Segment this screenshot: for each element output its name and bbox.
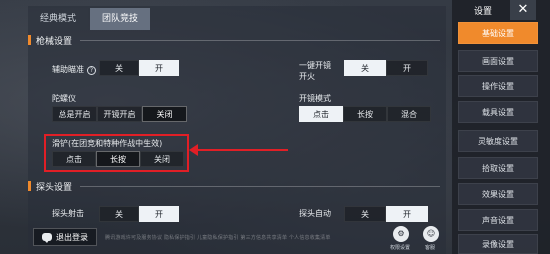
mode-tabs: 经典模式 团队竞技 bbox=[28, 8, 152, 30]
sidebar-item-sound[interactable]: 声音设置 bbox=[458, 209, 538, 231]
slide-off[interactable]: 关闭 bbox=[140, 151, 184, 167]
scope-mode-selector: 点击 长按 混合 bbox=[299, 106, 431, 122]
sidebar-item-vehicle[interactable]: 载具设置 bbox=[458, 101, 538, 123]
headset-icon[interactable]: ☺ bbox=[423, 226, 439, 242]
section-peek: 探头设置 bbox=[28, 179, 72, 193]
scope-mode-hold[interactable]: 长按 bbox=[343, 106, 387, 122]
one-key-scope-label: 一键开镜开火 bbox=[299, 61, 331, 81]
assist-aim-on[interactable]: 开 bbox=[139, 60, 179, 76]
sidebar-item-controls[interactable]: 操作设置 bbox=[458, 75, 538, 97]
sidebar-item-basic[interactable]: 基础设置 bbox=[458, 22, 538, 44]
sidebar-item-graphics[interactable]: 画面设置 bbox=[458, 50, 538, 72]
peek-shoot-off[interactable]: 关 bbox=[99, 206, 139, 222]
one-key-scope-off[interactable]: 关 bbox=[344, 60, 386, 76]
peek-auto-toggle: 关 开 bbox=[344, 206, 428, 222]
sidebar-title: 设置 bbox=[474, 7, 493, 17]
section-marker bbox=[28, 181, 31, 191]
footer-links[interactable]: 腾讯游戏许可及服务协议 隐私保护指引 儿童隐私保护指引 第三方信息共享清单 个人… bbox=[105, 234, 331, 241]
peek-shoot-label: 探头射击 bbox=[52, 209, 84, 218]
annotation-arrow-head bbox=[189, 144, 198, 156]
gyroscope-scoped[interactable]: 开镜开启 bbox=[97, 106, 142, 122]
logout-button[interactable]: 退出登录 bbox=[33, 228, 97, 246]
logout-label: 退出登录 bbox=[56, 232, 88, 242]
gyroscope-always[interactable]: 总是开启 bbox=[52, 106, 97, 122]
close-icon[interactable]: ✕ bbox=[510, 0, 536, 20]
assist-aim-label: 辅助瞄准? bbox=[52, 64, 96, 75]
gear-icon[interactable]: ⚙ bbox=[393, 226, 409, 242]
section-divider bbox=[80, 40, 440, 41]
sidebar-item-effects[interactable]: 效果设置 bbox=[458, 183, 538, 205]
peek-auto-label: 探头自动 bbox=[299, 209, 331, 218]
gyroscope-selector: 总是开启 开镜开启 关闭 bbox=[52, 106, 187, 122]
one-key-scope-toggle: 关 开 bbox=[344, 60, 428, 76]
scope-mode-tap[interactable]: 点击 bbox=[299, 106, 343, 122]
help-icon[interactable]: ? bbox=[87, 66, 96, 75]
scope-mode-label: 开镜模式 bbox=[299, 94, 331, 103]
assist-aim-toggle: 关 开 bbox=[99, 60, 179, 76]
slide-selector: 点击 长按 关闭 bbox=[52, 151, 184, 167]
section-peek-title: 探头设置 bbox=[36, 182, 73, 193]
peek-shoot-toggle: 关 开 bbox=[99, 206, 179, 222]
peek-auto-on[interactable]: 开 bbox=[386, 206, 428, 222]
annotation-arrow bbox=[196, 149, 288, 151]
peek-auto-off[interactable]: 关 bbox=[344, 206, 386, 222]
chat-icon bbox=[42, 233, 52, 243]
one-key-scope-on[interactable]: 开 bbox=[386, 60, 428, 76]
slide-label: 滑铲(在团竞和特种作战中生效) bbox=[52, 139, 163, 148]
sidebar-item-pickup[interactable]: 拾取设置 bbox=[458, 157, 538, 179]
section-firearm-title: 枪械设置 bbox=[36, 36, 73, 47]
section-firearm: 枪械设置 bbox=[28, 33, 72, 47]
section-marker bbox=[28, 35, 31, 45]
assist-aim-off[interactable]: 关 bbox=[99, 60, 139, 76]
slide-hold[interactable]: 长按 bbox=[96, 151, 140, 167]
section-divider bbox=[80, 186, 440, 187]
scope-mode-mixed[interactable]: 混合 bbox=[387, 106, 431, 122]
sidebar-item-sensitivity[interactable]: 灵敏度设置 bbox=[458, 130, 538, 152]
tab-team-deathmatch[interactable]: 团队竞技 bbox=[90, 8, 151, 30]
customer-service-label: 客服 bbox=[425, 245, 436, 251]
slide-tap[interactable]: 点击 bbox=[52, 151, 96, 167]
assist-aim-text: 辅助瞄准 bbox=[52, 65, 84, 74]
tab-classic-mode[interactable]: 经典模式 bbox=[28, 8, 89, 30]
permission-settings-label: 权限设置 bbox=[390, 245, 411, 251]
peek-shoot-on[interactable]: 开 bbox=[139, 206, 179, 222]
sidebar-item-recording[interactable]: 录像设置 bbox=[458, 234, 538, 254]
gyroscope-off[interactable]: 关闭 bbox=[142, 106, 187, 122]
gyroscope-label: 陀螺仪 bbox=[52, 94, 76, 103]
